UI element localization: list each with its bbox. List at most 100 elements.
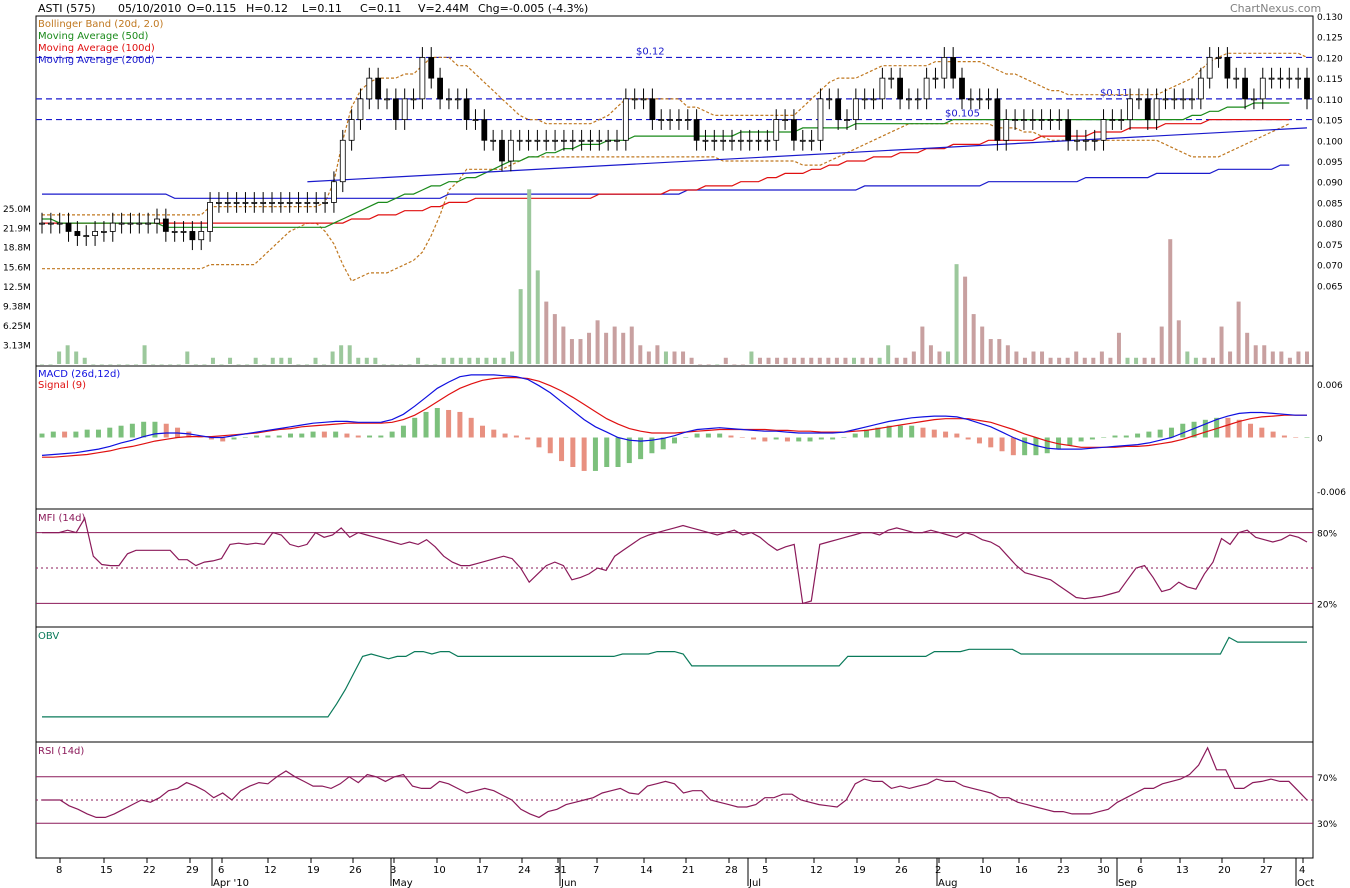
volume-bar (698, 364, 703, 365)
volume-bar (672, 351, 677, 364)
volume-bar (279, 357, 284, 364)
price-tick-label: 0.095 (1317, 158, 1343, 168)
volume-bar (851, 357, 856, 364)
candle-body (74, 231, 81, 236)
date-label: 05/10/2010 (118, 2, 181, 15)
candle-body (826, 98, 833, 101)
volume-label: V=2.44M (418, 2, 469, 15)
volume-bar (416, 357, 421, 364)
macd-histogram-bar (333, 431, 339, 438)
macd-histogram-bar (592, 437, 598, 471)
macd-histogram-bar (378, 435, 384, 438)
candle-body (428, 57, 435, 79)
macd-histogram-bar (751, 437, 757, 440)
volume-bar (621, 332, 626, 364)
volume-bar (877, 357, 882, 364)
macd-histogram-bar (976, 437, 982, 444)
candle-body (1171, 98, 1178, 101)
volume-tick-label: 15.6M (3, 264, 31, 274)
price-tick-label: 0.090 (1317, 179, 1343, 189)
volume-bar (988, 339, 993, 364)
volume-bar (749, 351, 754, 364)
candle-body (207, 202, 213, 232)
volume-bar (1014, 351, 1019, 364)
macd-histogram-bar (852, 433, 858, 438)
macd-histogram-bar (479, 425, 485, 438)
macd-histogram-bar (830, 437, 836, 440)
candle-body (286, 202, 293, 204)
volume-bar (1185, 351, 1190, 364)
reference-line-label: $0.11 (1100, 88, 1129, 99)
candle-body (269, 202, 275, 204)
candle-body (65, 222, 72, 232)
macd-histogram-bar (276, 435, 282, 438)
macd-histogram-bar (1248, 423, 1254, 438)
candle-body (516, 139, 523, 142)
volume-bar (1125, 357, 1130, 364)
volume-tick-label: 18.8M (3, 244, 31, 254)
month-label: Jul (748, 878, 761, 888)
x-tick-label: 26 (895, 865, 908, 876)
x-tick-label: 16 (1015, 865, 1028, 876)
volume-bar (834, 357, 839, 364)
candle-body (1091, 139, 1098, 142)
macd-histogram-bar (231, 437, 237, 440)
macd-histogram-bar (1010, 437, 1016, 456)
volume-bar (82, 357, 87, 364)
volume-bar (287, 357, 292, 364)
volume-tick-label: 6.25M (3, 322, 31, 332)
candle-body (216, 202, 222, 204)
candle-body (711, 139, 718, 142)
candle-body (375, 77, 382, 100)
volume-bar (441, 357, 446, 364)
volume-bar (723, 357, 728, 364)
volume-bar (1245, 332, 1250, 364)
macd-histogram-bar (152, 421, 158, 438)
macd-histogram-bar (1304, 437, 1310, 438)
candle-body (1136, 98, 1142, 101)
candle-body (658, 119, 665, 121)
volume-bar (561, 326, 566, 364)
candle-body (1127, 98, 1133, 120)
x-tick-label: 17 (476, 865, 489, 876)
x-tick-label: 6 (218, 865, 224, 876)
volume-bar (1193, 357, 1198, 364)
candle-body (897, 77, 903, 100)
candle-body (879, 77, 886, 100)
macd-histogram-bar (1293, 437, 1299, 438)
volume-bar (142, 345, 147, 364)
candle-body (923, 77, 930, 100)
volume-bar (638, 345, 643, 364)
candle-body (525, 139, 532, 142)
volume-bar (493, 357, 498, 364)
volume-bar (1065, 357, 1070, 364)
candle-body (852, 98, 859, 120)
volume-bar (1048, 357, 1053, 364)
macd-histogram-bar (1202, 419, 1208, 438)
candle-body (437, 77, 443, 100)
candle-body (331, 181, 337, 203)
macd-histogram-bar (367, 435, 373, 438)
volume-bar (757, 357, 762, 364)
macd-histogram-bar (62, 431, 68, 438)
candle-body (906, 98, 912, 101)
macd-histogram-bar (717, 433, 723, 438)
volume-bar (1134, 357, 1139, 364)
volume-bar (40, 364, 44, 365)
month-label: Jun (560, 878, 577, 888)
candle-body (1082, 139, 1089, 142)
volume-bar (1040, 351, 1045, 364)
macd-histogram-bar (491, 429, 497, 438)
macd-histogram-bar (1112, 435, 1118, 438)
volume-bar (663, 351, 668, 364)
volume-bar (475, 357, 480, 364)
candle-body (304, 202, 311, 204)
volume-bar (766, 357, 771, 364)
volume-bar (928, 345, 933, 364)
volume-bar (330, 351, 335, 364)
volume-bar (894, 357, 899, 364)
volume-bar (946, 351, 951, 364)
candle-body (569, 139, 576, 142)
x-tick-label: 13 (1176, 865, 1189, 876)
macd-histogram-bar (299, 433, 305, 438)
